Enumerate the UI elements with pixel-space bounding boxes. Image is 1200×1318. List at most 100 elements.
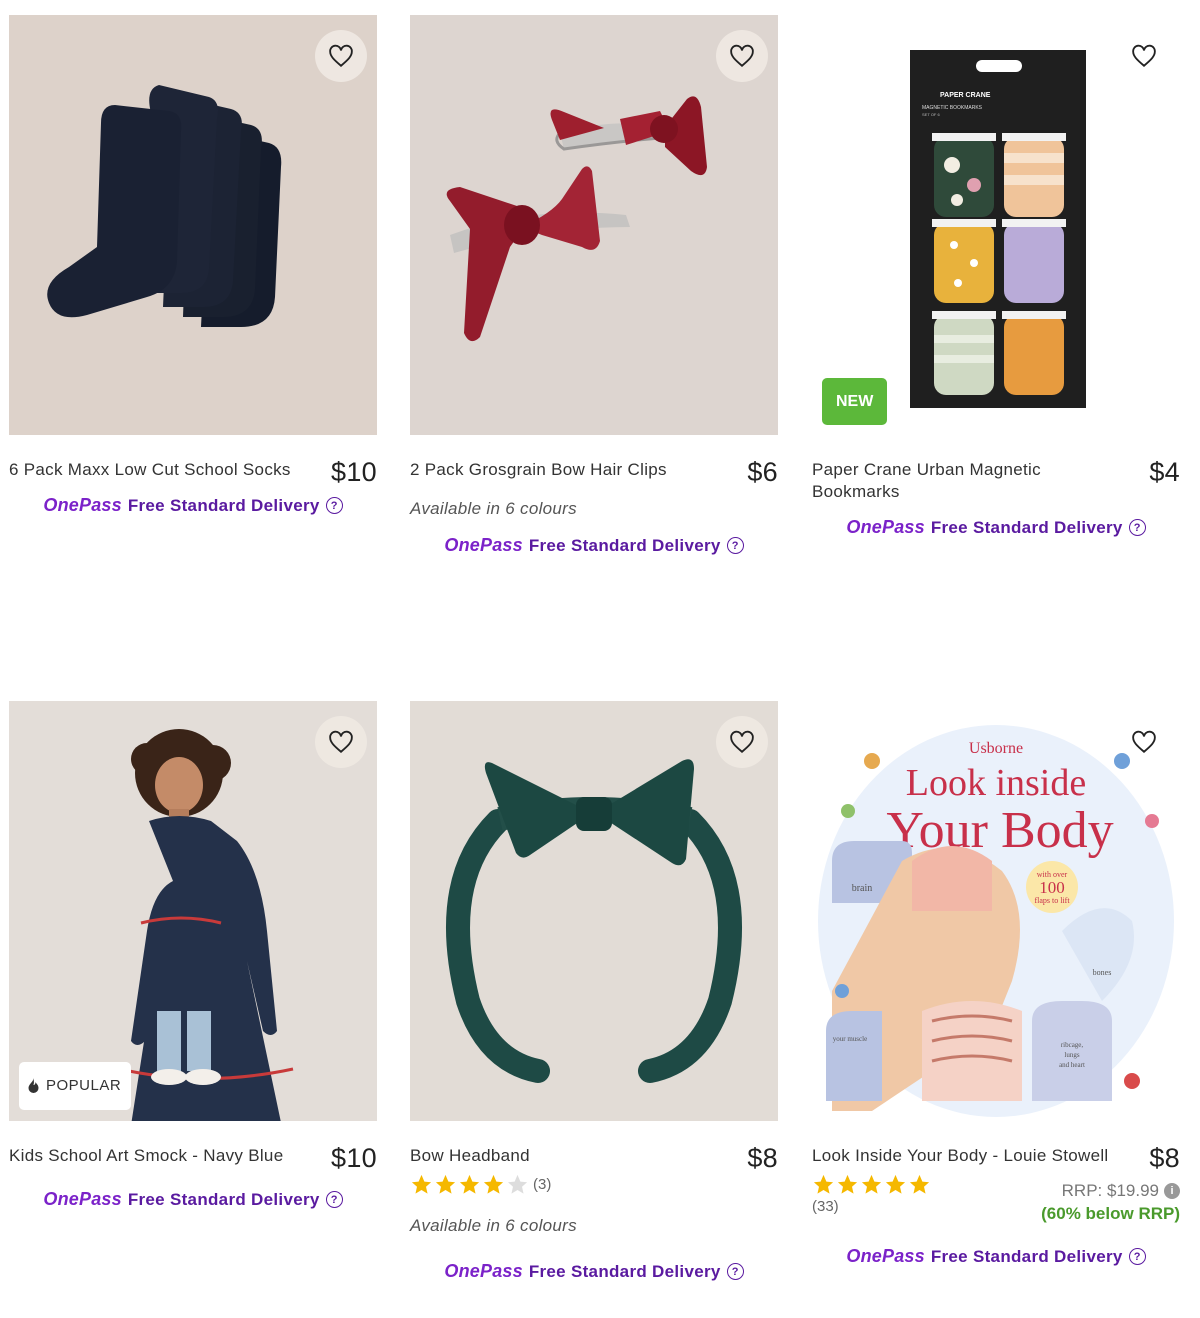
product-card[interactable]: Usborne Look inside Your Body with over … (812, 701, 1180, 1267)
product-info: 2 Pack Grosgrain Bow Hair Clips $6 Avail… (410, 435, 778, 556)
product-title[interactable]: Kids School Art Smock - Navy Blue (9, 1145, 299, 1167)
svg-text:ribcage,: ribcage, (1061, 1041, 1084, 1049)
question-circle-icon[interactable]: ? (1128, 519, 1146, 536)
product-card[interactable]: PAPER CRANE MAGNETIC BOOKMARKS SET OF 6 … (812, 15, 1180, 538)
info-icon[interactable]: i (1164, 1183, 1180, 1199)
onepass-logo: OnePass (444, 1261, 523, 1281)
heart-outline-icon (730, 730, 754, 753)
star-icon (435, 1174, 456, 1194)
heart-outline-icon (329, 44, 353, 67)
question-circle-icon[interactable]: ? (325, 1191, 343, 1208)
svg-text:bones: bones (1093, 968, 1112, 977)
product-info: Bow Headband $8 (3) Available in 6 colou… (410, 1121, 778, 1282)
heart-outline-icon (1132, 730, 1156, 753)
product-price: $8 (747, 1143, 778, 1173)
onepass-delivery: OnePass Free Standard Delivery ? (812, 1246, 1180, 1267)
product-card[interactable]: Bow Headband $8 (3) Available in 6 colou… (410, 701, 778, 1282)
product-card[interactable]: 6 Pack Maxx Low Cut School Socks $10 One… (9, 15, 377, 516)
availability-text: Available in 6 colours (410, 499, 577, 518)
delivery-text: Free Standard Delivery (930, 1246, 1123, 1266)
question-circle-icon[interactable]: ? (325, 497, 343, 514)
rating-count[interactable]: (3) (533, 1176, 551, 1193)
product-price: $10 (331, 1143, 377, 1173)
delivery-text: Free Standard Delivery (127, 495, 320, 515)
onepass-delivery: OnePass Free Standard Delivery ? (9, 1189, 377, 1210)
product-card[interactable]: POPULAR Kids School Art Smock - Navy Blu… (9, 701, 377, 1210)
svg-text:your muscle: your muscle (833, 1035, 867, 1043)
product-info: Look Inside Your Body - Louie Stowell $8… (812, 1121, 1180, 1267)
svg-text:100: 100 (1039, 878, 1065, 897)
delivery-text: Free Standard Delivery (127, 1189, 320, 1209)
product-price: $8 (1149, 1143, 1180, 1173)
flame-icon (28, 1078, 39, 1093)
wishlist-button[interactable] (716, 30, 768, 82)
star-empty-icon (507, 1174, 528, 1194)
product-info: Kids School Art Smock - Navy Blue $10 On… (9, 1121, 377, 1210)
product-price: $10 (331, 457, 377, 487)
delivery-text: Free Standard Delivery (930, 517, 1123, 537)
product-info: Paper Crane Urban Magnetic Bookmarks $4 … (812, 435, 1180, 538)
product-title[interactable]: 2 Pack Grosgrain Bow Hair Clips (410, 459, 700, 481)
question-circle-icon[interactable]: ? (1128, 1248, 1146, 1265)
star-icon (813, 1174, 834, 1194)
product-title[interactable]: Bow Headband (410, 1145, 700, 1167)
product-image[interactable]: Usborne Look inside Your Body with over … (812, 701, 1180, 1121)
product-price: $4 (1149, 457, 1180, 487)
art-smock-image (9, 701, 377, 1121)
star-icon (909, 1174, 930, 1194)
product-image[interactable] (410, 15, 778, 435)
svg-text:PAPER CRANE: PAPER CRANE (940, 92, 991, 99)
star-icon (411, 1174, 432, 1194)
onepass-delivery: OnePass Free Standard Delivery ? (9, 495, 377, 516)
onepass-logo: OnePass (444, 535, 523, 555)
delivery-text: Free Standard Delivery (528, 535, 721, 555)
star-rating: (3) (410, 1173, 778, 1196)
product-title[interactable]: Paper Crane Urban Magnetic Bookmarks (812, 459, 1072, 503)
product-title[interactable]: 6 Pack Maxx Low Cut School Socks (9, 459, 299, 481)
svg-text:Look inside: Look inside (906, 762, 1086, 804)
svg-text:MAGNETIC BOOKMARKS: MAGNETIC BOOKMARKS (922, 105, 983, 111)
socks-image (9, 15, 377, 435)
delivery-text: Free Standard Delivery (528, 1261, 721, 1281)
rrp-line: RRP: $19.99 i (1041, 1181, 1180, 1201)
wishlist-button[interactable] (1118, 30, 1170, 82)
heart-outline-icon (329, 730, 353, 753)
product-image[interactable] (9, 15, 377, 435)
product-image[interactable]: PAPER CRANE MAGNETIC BOOKMARKS SET OF 6 … (812, 15, 1180, 435)
star-icon (837, 1174, 858, 1194)
product-title[interactable]: Look Inside Your Body - Louie Stowell (812, 1145, 1132, 1167)
product-card[interactable]: 2 Pack Grosgrain Bow Hair Clips $6 Avail… (410, 15, 778, 556)
wishlist-button[interactable] (716, 716, 768, 768)
svg-text:Your Body: Your Body (886, 802, 1113, 859)
wishlist-button[interactable] (315, 716, 367, 768)
onepass-logo: OnePass (43, 495, 122, 515)
svg-text:SET OF 6: SET OF 6 (922, 112, 940, 117)
star-icon (885, 1174, 906, 1194)
bookmarks-image: PAPER CRANE MAGNETIC BOOKMARKS SET OF 6 (812, 15, 1180, 435)
rrp-text: RRP: $19.99 (1061, 1181, 1159, 1200)
wishlist-button[interactable] (1118, 716, 1170, 768)
hair-clips-image (410, 15, 778, 435)
heart-outline-icon (730, 44, 754, 67)
question-circle-icon[interactable]: ? (726, 1263, 744, 1280)
svg-text:brain: brain (852, 883, 873, 894)
star-icon (459, 1174, 480, 1194)
product-price: $6 (747, 457, 778, 487)
product-image[interactable]: POPULAR (9, 701, 377, 1121)
new-badge: NEW (822, 378, 888, 425)
book-cover-image: Usborne Look inside Your Body with over … (812, 701, 1180, 1121)
onepass-delivery: OnePass Free Standard Delivery ? (812, 517, 1180, 538)
bow-headband-image (410, 701, 778, 1121)
svg-text:flaps to lift: flaps to lift (1034, 896, 1070, 905)
question-circle-icon[interactable]: ? (726, 537, 744, 554)
svg-text:lungs: lungs (1064, 1051, 1079, 1059)
product-info: 6 Pack Maxx Low Cut School Socks $10 One… (9, 435, 377, 516)
svg-text:and heart: and heart (1059, 1061, 1085, 1069)
wishlist-button[interactable] (315, 30, 367, 82)
svg-text:Usborne: Usborne (969, 740, 1023, 757)
onepass-delivery: OnePass Free Standard Delivery ? (410, 1261, 778, 1282)
product-image[interactable] (410, 701, 778, 1121)
onepass-logo: OnePass (846, 1246, 925, 1266)
onepass-delivery: OnePass Free Standard Delivery ? (410, 535, 778, 556)
onepass-logo: OnePass (43, 1189, 122, 1209)
